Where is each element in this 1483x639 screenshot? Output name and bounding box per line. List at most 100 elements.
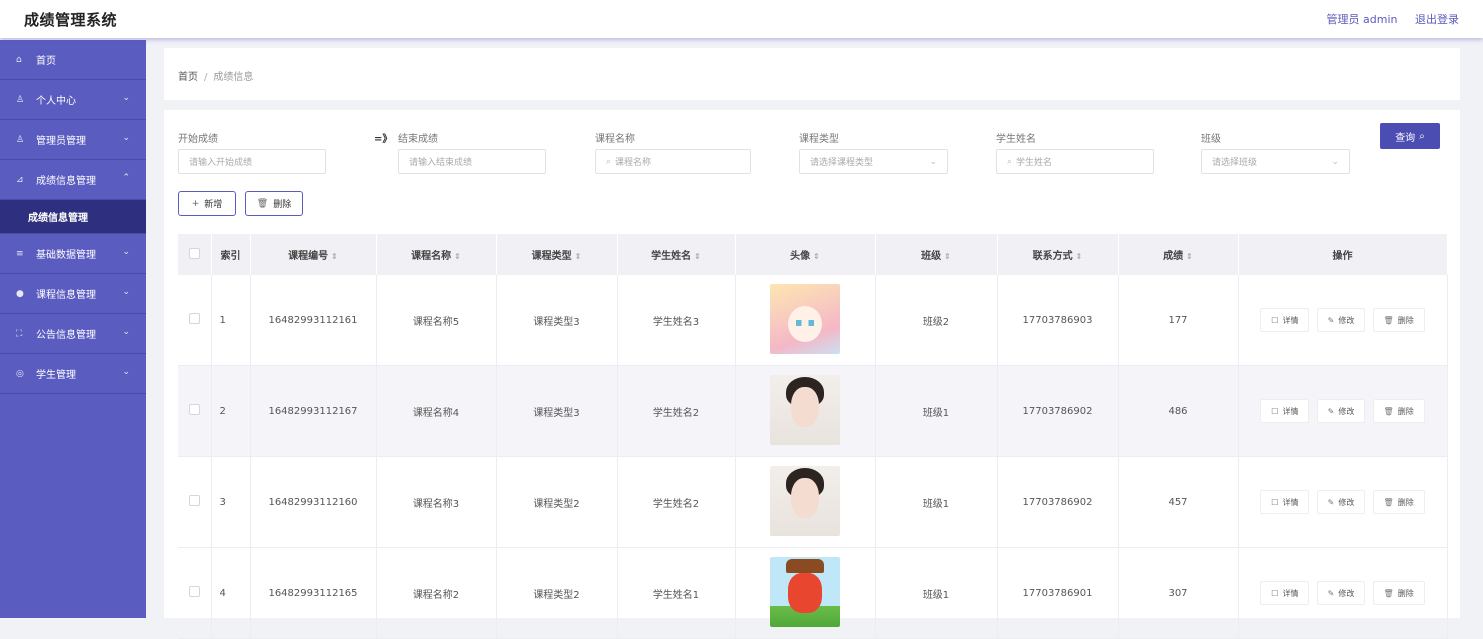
cartoon-fox-avatar[interactable] bbox=[770, 556, 840, 627]
add-button[interactable]: + 新增 bbox=[178, 191, 236, 216]
woman-photo-avatar[interactable] bbox=[770, 465, 840, 536]
delete-button[interactable]: 🗑 删除 bbox=[1372, 490, 1425, 514]
column-header-course-no[interactable]: 课程编号 ⇕ bbox=[250, 234, 377, 275]
row-checkbox-cell bbox=[178, 456, 212, 548]
student-name-input[interactable]: ⌕ 学生姓名 bbox=[996, 149, 1154, 174]
cell-class: 班级1 bbox=[875, 547, 998, 639]
column-header-label: 头像 bbox=[790, 251, 811, 262]
trash-icon: 🗑 bbox=[1383, 406, 1394, 416]
column-header-score[interactable]: 成绩 ⇕ bbox=[1118, 234, 1239, 275]
column-header-index: 索引 bbox=[211, 234, 251, 275]
edit-button[interactable]: ✎ 修改 bbox=[1316, 308, 1366, 332]
row-checkbox[interactable] bbox=[188, 495, 200, 506]
cell-course-name: 课程名称4 bbox=[376, 365, 497, 457]
table-header-row: 索引 课程编号 ⇕ 课程名称 ⇕ 课程类型 ⇕ 学生姓名 ⇕ 头像 ⇕ 班级 ⇕ 联系方式 ⇕… bbox=[178, 234, 1448, 275]
column-header-label: 学生姓名 bbox=[651, 251, 692, 262]
sidebar-item-courses[interactable]: ● 课程信息管理 ⌄ bbox=[0, 274, 146, 314]
course-type-placeholder: 请选择课程类型 bbox=[810, 158, 874, 168]
search-icon: ⌕ bbox=[1007, 156, 1013, 167]
table-row: 4 16482993112165 课程名称2 课程类型2 学生姓名1 班级1 1… bbox=[178, 547, 1448, 639]
cell-course-name: 课程名称5 bbox=[376, 275, 497, 366]
query-button[interactable]: 查询 ⌕ bbox=[1380, 123, 1440, 149]
detail-button[interactable]: ☐ 详情 bbox=[1260, 308, 1310, 332]
sidebar-item-profile[interactable]: ♙ 个人中心 ⌄ bbox=[0, 80, 146, 120]
detail-button[interactable]: ☐ 详情 bbox=[1260, 581, 1310, 605]
sort-icon: ⇕ bbox=[944, 252, 951, 261]
edit-button[interactable]: ✎ 修改 bbox=[1316, 490, 1366, 514]
breadcrumb-home[interactable]: 首页 bbox=[178, 72, 198, 83]
woman-photo-avatar[interactable] bbox=[770, 374, 840, 445]
student-icon: ◎ bbox=[16, 368, 24, 379]
delete-button[interactable]: 🗑 删除 bbox=[1372, 308, 1425, 332]
row-checkbox[interactable] bbox=[188, 313, 200, 324]
edit-button[interactable]: ✎ 修改 bbox=[1316, 581, 1366, 605]
select-all-checkbox[interactable] bbox=[188, 247, 200, 259]
course-type-select[interactable]: 请选择课程类型 ⌄ bbox=[799, 149, 948, 174]
breadcrumb-current: 成绩信息 bbox=[213, 72, 254, 83]
edit-icon: ✎ bbox=[1327, 315, 1335, 325]
column-header-course-type[interactable]: 课程类型 ⇕ bbox=[496, 234, 618, 275]
start-score-input[interactable]: 请输入开始成绩 bbox=[178, 149, 326, 174]
chevron-down-icon: ⌄ bbox=[122, 287, 130, 297]
row-checkbox[interactable] bbox=[188, 586, 200, 597]
start-score-label: 开始成绩 bbox=[178, 134, 218, 145]
sidebar-item-admins[interactable]: ♙ 管理员管理 ⌄ bbox=[0, 120, 146, 160]
detail-button[interactable]: ☐ 详情 bbox=[1260, 399, 1310, 423]
chevron-down-icon: ⌄ bbox=[122, 327, 130, 337]
row-checkbox[interactable] bbox=[188, 404, 200, 415]
cell-student: 学生姓名1 bbox=[617, 547, 736, 639]
cell-actions: ☐ 详情 ✎ 修改 🗑 删除 bbox=[1238, 456, 1448, 548]
sidebar-subitem-score-info[interactable]: 成绩信息管理 bbox=[0, 200, 146, 234]
plus-icon: + bbox=[191, 198, 200, 209]
sidebar-item-label: 管理员管理 bbox=[36, 136, 86, 147]
sort-icon: ⇕ bbox=[813, 252, 820, 261]
end-score-placeholder: 请输入结束成绩 bbox=[409, 158, 473, 168]
column-header-phone[interactable]: 联系方式 ⇕ bbox=[997, 234, 1119, 275]
column-header-student[interactable]: 学生姓名 ⇕ bbox=[617, 234, 736, 275]
detail-label: 详情 bbox=[1282, 406, 1299, 416]
delete-button[interactable]: 🗑 删除 bbox=[1372, 581, 1425, 605]
end-score-input[interactable]: 请输入结束成绩 bbox=[398, 149, 546, 174]
column-header-course-name[interactable]: 课程名称 ⇕ bbox=[376, 234, 497, 275]
home-icon: ⌂ bbox=[16, 54, 22, 65]
edit-label: 修改 bbox=[1338, 315, 1355, 325]
course-name-input[interactable]: ⌕ 课程名称 bbox=[595, 149, 751, 174]
sort-icon: ⇕ bbox=[574, 252, 582, 261]
course-name-label: 课程名称 bbox=[595, 134, 635, 145]
database-icon: ≡ bbox=[16, 248, 24, 259]
column-header-label: 课程类型 bbox=[531, 251, 572, 262]
top-bar: 成绩管理系统 管理员 admin 退出登录 bbox=[0, 0, 1483, 38]
delete-selected-button[interactable]: 🗑 删除 bbox=[245, 191, 303, 216]
detail-icon: ☐ bbox=[1271, 588, 1279, 598]
cell-course-no: 16482993112161 bbox=[250, 275, 377, 366]
sidebar-item-notices[interactable]: ⛶ 公告信息管理 ⌄ bbox=[0, 314, 146, 354]
cell-course-name: 课程名称3 bbox=[376, 456, 497, 548]
table-row: 2 16482993112167 课程名称4 课程类型3 学生姓名2 班级1 1… bbox=[178, 365, 1448, 457]
table-row: 1 16482993112161 课程名称5 课程类型3 学生姓名3 班级2 1… bbox=[178, 275, 1448, 366]
cell-phone: 17703786902 bbox=[997, 456, 1119, 548]
admin-label: 管理员 admin bbox=[1326, 13, 1398, 26]
cell-score: 307 bbox=[1118, 547, 1239, 639]
chevron-down-icon: ⌄ bbox=[122, 133, 130, 143]
class-select[interactable]: 请选择班级 ⌄ bbox=[1201, 149, 1350, 174]
cell-actions: ☐ 详情 ✎ 修改 🗑 删除 bbox=[1238, 547, 1448, 639]
cell-score: 486 bbox=[1118, 365, 1239, 457]
column-header-avatar[interactable]: 头像 ⇕ bbox=[735, 234, 876, 275]
edit-button[interactable]: ✎ 修改 bbox=[1316, 399, 1366, 423]
detail-button[interactable]: ☐ 详情 bbox=[1260, 490, 1310, 514]
column-header-actions: 操作 bbox=[1238, 234, 1448, 275]
sidebar-item-home[interactable]: ⌂ 首页 bbox=[0, 40, 146, 80]
breadcrumb: 首页 / 成绩信息 bbox=[178, 68, 253, 83]
column-header-label: 联系方式 bbox=[1032, 251, 1073, 262]
cell-actions: ☐ 详情 ✎ 修改 🗑 删除 bbox=[1238, 365, 1448, 457]
logout-link[interactable]: 退出登录 bbox=[1415, 13, 1459, 26]
delete-button[interactable]: 🗑 删除 bbox=[1372, 399, 1425, 423]
cell-avatar bbox=[735, 365, 876, 457]
sidebar-item-students[interactable]: ◎ 学生管理 ⌄ bbox=[0, 354, 146, 394]
sidebar-item-scores[interactable]: ⊿ 成绩信息管理 ⌃ bbox=[0, 160, 146, 200]
sidebar: ⌂ 首页 ♙ 个人中心 ⌄ ♙ 管理员管理 ⌄ ⊿ 成绩信息管理 ⌃ 成绩信息管… bbox=[0, 40, 146, 618]
column-header-class[interactable]: 班级 ⇕ bbox=[875, 234, 998, 275]
anime-girl-avatar[interactable] bbox=[770, 283, 840, 354]
user-icon: ♙ bbox=[16, 94, 25, 105]
sidebar-item-basic-data[interactable]: ≡ 基础数据管理 ⌄ bbox=[0, 234, 146, 274]
